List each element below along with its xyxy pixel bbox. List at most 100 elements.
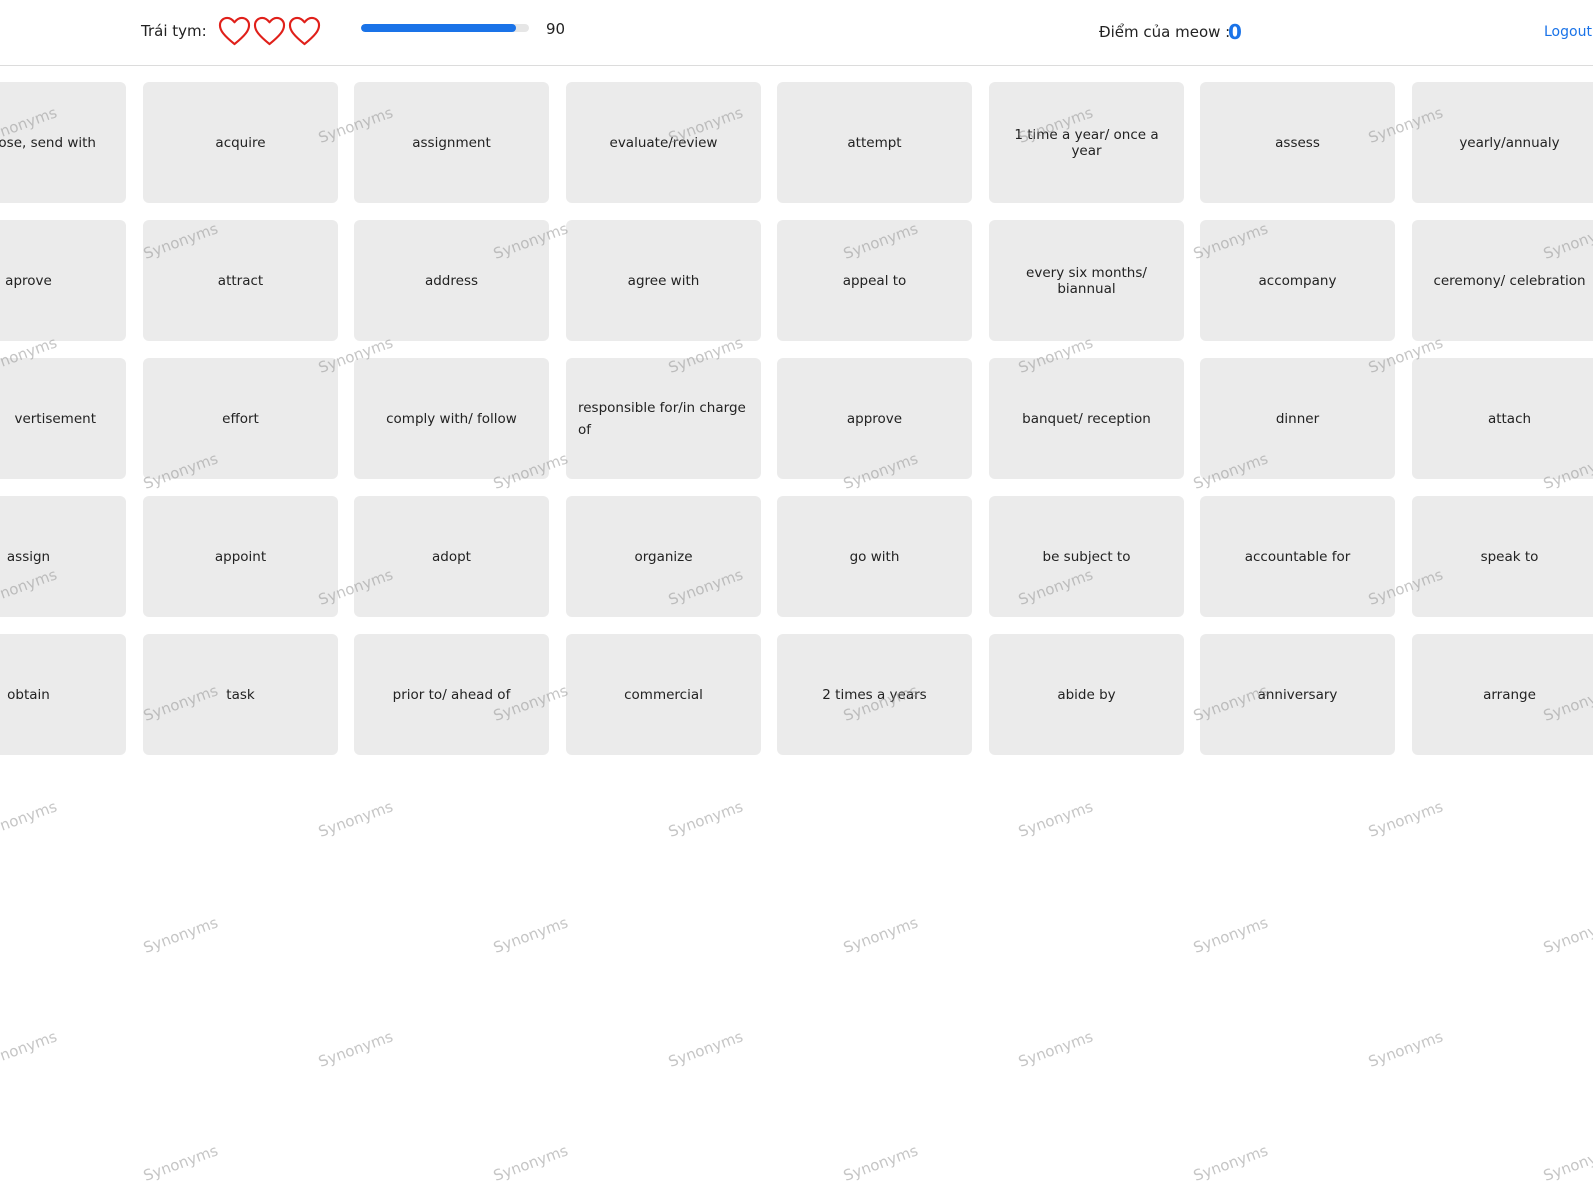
word-card[interactable]: accompany [1200,220,1395,341]
hearts-label: Trái tym: [141,22,207,40]
word-card[interactable]: evaluate/review [566,82,761,203]
word-card[interactable]: dinner [1200,358,1395,479]
watermark-text: Synonyms [1366,1027,1446,1071]
word-card-label: vertisement [14,410,96,427]
watermark-text: Synonyms [666,797,746,841]
word-card[interactable]: anniversary [1200,634,1395,755]
word-card-label: responsible for/in charge of [578,399,746,438]
word-card-label: adopt [432,548,471,565]
word-card[interactable]: arrange [1412,634,1593,755]
word-card[interactable]: commercial [566,634,761,755]
word-card[interactable]: assess [1200,82,1395,203]
word-card-label: enclose, send with [0,134,96,151]
word-card[interactable]: attempt [777,82,972,203]
word-card-label: every six months/ biannual [1026,264,1147,297]
word-card-label: agree with [627,272,700,289]
word-card-label: assignment [412,134,491,151]
top-bar: Trái tym: 90 Điểm của meow : 0 Logout [0,0,1593,66]
word-card-label: 1 time a year/ once a year [1014,126,1159,159]
watermark-text: Synonyms [1191,1141,1271,1185]
word-card-label: arrange [1483,686,1536,703]
word-card[interactable]: abide by [989,634,1184,755]
word-card[interactable]: approve [777,358,972,479]
heart-icon [253,16,286,46]
word-card[interactable]: assignment [354,82,549,203]
word-card-label: comply with/ follow [386,410,517,427]
watermark-text: Synonyms [0,1027,60,1071]
word-card-label: obtain [7,686,50,703]
word-card-label: be subject to [1042,548,1131,565]
word-card[interactable]: yearly/annualy [1412,82,1593,203]
word-card-label: effort [222,410,259,427]
word-card[interactable]: enclose, send with [0,82,126,203]
word-card-label: appeal to [842,272,907,289]
logout-link[interactable]: Logout [1544,24,1592,40]
word-card[interactable]: 2 times a years [777,634,972,755]
word-card[interactable]: accountable for [1200,496,1395,617]
word-card-label: banquet/ reception [1022,410,1151,427]
word-card[interactable]: obtain [0,634,126,755]
word-card-label: assess [1275,134,1320,151]
word-card[interactable]: assign [0,496,126,617]
watermark-text: Synonyms [491,913,571,957]
watermark-text: Synonyms [841,1141,921,1185]
word-card[interactable]: speak to [1412,496,1593,617]
watermark-text: Synonyms [141,1141,221,1185]
word-card-label: accompany [1258,272,1337,289]
word-card[interactable]: 1 time a year/ once a year [989,82,1184,203]
timer-progress-fill [361,24,516,32]
word-card[interactable]: agree with [566,220,761,341]
word-card-label: go with [849,548,900,565]
watermark-text: Synonyms [141,913,221,957]
timer-progress-bar [361,24,529,32]
watermark-text: Synonyms [1541,913,1593,957]
word-card[interactable]: task [143,634,338,755]
word-card[interactable]: acquire [143,82,338,203]
word-card-label: speak to [1480,548,1539,565]
word-card[interactable]: attract [143,220,338,341]
word-card-label: address [424,272,479,289]
watermark-text: Synonyms [1016,1027,1096,1071]
word-card-label: 2 times a years [822,686,927,703]
watermark-text: Synonyms [0,797,60,841]
word-card[interactable]: aprove [0,220,126,341]
word-card-label: organize [634,548,693,565]
watermark-text: Synonyms [1366,797,1446,841]
word-card[interactable]: ceremony/ celebration [1412,220,1593,341]
word-card-label: dinner [1275,410,1320,427]
word-card-label: accountable for [1244,548,1351,565]
word-card[interactable]: appoint [143,496,338,617]
word-card[interactable]: go with [777,496,972,617]
watermark-text: Synonyms [1016,797,1096,841]
word-card-label: attempt [847,134,902,151]
word-card[interactable]: organize [566,496,761,617]
watermark-text: Synonyms [316,797,396,841]
word-card[interactable]: effort [143,358,338,479]
watermark-text: Synonyms [841,913,921,957]
word-card-label: abide by [1057,686,1116,703]
word-card-label: aprove [5,272,52,289]
heart-icon [218,16,251,46]
score-label: Điểm của meow : [1099,23,1231,41]
word-card-label: task [226,686,255,703]
word-card[interactable]: vertisement [0,358,126,479]
word-card[interactable]: comply with/ follow [354,358,549,479]
word-card[interactable]: attach [1412,358,1593,479]
word-card[interactable]: adopt [354,496,549,617]
word-card[interactable]: be subject to [989,496,1184,617]
word-card[interactable]: address [354,220,549,341]
watermark-text: Synonyms [1191,913,1271,957]
word-card-label: assign [6,548,51,565]
word-card-label: prior to/ ahead of [392,686,511,703]
watermark-text: Synonyms [491,1141,571,1185]
timer-value: 90 [546,20,566,38]
word-card[interactable]: appeal to [777,220,972,341]
word-card[interactable]: banquet/ reception [989,358,1184,479]
heart-icon [288,16,321,46]
word-card[interactable]: responsible for/in charge of [566,358,761,479]
word-card[interactable]: prior to/ ahead of [354,634,549,755]
watermark-text: Synonyms [666,1027,746,1071]
word-card-label: attach [1487,410,1532,427]
word-card[interactable]: every six months/ biannual [989,220,1184,341]
word-card-label: anniversary [1257,686,1338,703]
